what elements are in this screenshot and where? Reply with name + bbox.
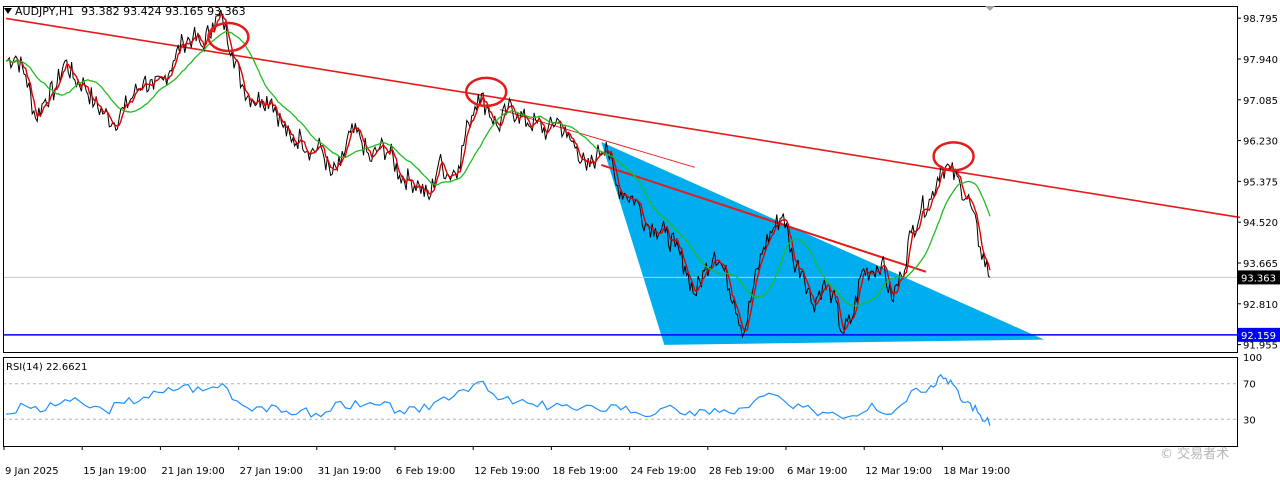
y-tick-label: 97.940 [1243, 55, 1278, 66]
y-tick-label: 96.230 [1243, 137, 1278, 148]
y-tick-label: 93.665 [1243, 259, 1278, 270]
x-tick-label: 31 Jan 19:00 [318, 466, 381, 477]
rsi-y-tick-label: 70 [1243, 380, 1256, 391]
y-tick-label: 97.085 [1243, 96, 1278, 107]
watermark: © 交易者术 [1160, 447, 1230, 462]
y-tick-label: 95.375 [1243, 177, 1278, 188]
x-tick-label: 9 Jan 2025 [5, 466, 59, 477]
x-tick-label: 12 Mar 19:00 [865, 466, 932, 477]
rsi-panel-label: RSI(14) 22.6621 [6, 362, 88, 373]
y-tick-label: 91.955 [1243, 341, 1278, 352]
y-tick-label: 98.795 [1243, 14, 1278, 25]
touch-circle-3 [932, 141, 975, 172]
current-price-badge: 93.363 [1241, 273, 1276, 284]
rsi-series [5, 373, 991, 426]
rsi-y-tick-label: 30 [1243, 415, 1256, 426]
chart-canvas: 98.795 97.940 97.085 96.230 95.375 94.520 93.6… [3, 6, 1280, 477]
rsi-y-tick-label: 100 [1243, 353, 1262, 364]
x-tick-label: 24 Feb 19:00 [631, 466, 697, 477]
y-tick-label: 92.810 [1243, 300, 1278, 311]
support-price-badge: 92.159 [1241, 331, 1276, 342]
x-tick-label: 18 Mar 19:00 [943, 466, 1010, 477]
rsi-panel-frame [3, 357, 1238, 447]
scroll-marker-icon[interactable] [985, 6, 995, 11]
symbol-label: AUDJPY,H1 [15, 5, 75, 18]
x-tick-label: 27 Jan 19:00 [240, 466, 303, 477]
x-tick-label: 6 Feb 19:00 [396, 466, 455, 477]
ohlc-values: 93.382 93.424 93.165 93.363 [81, 5, 246, 18]
dropdown-arrow-icon[interactable] [4, 8, 12, 14]
triangle-pattern [601, 142, 1045, 345]
x-tick-label: 6 Mar 19:00 [787, 466, 847, 477]
y-tick-label: 94.520 [1243, 218, 1278, 229]
x-tick-label: 15 Jan 19:00 [83, 466, 146, 477]
x-tick-label: 28 Feb 19:00 [709, 466, 775, 477]
x-tick-label: 12 Feb 19:00 [474, 466, 540, 477]
x-tick-label: 21 Jan 19:00 [161, 466, 224, 477]
chart-symbol-header: AUDJPY,H1 93.382 93.424 93.165 93.363 [4, 5, 246, 18]
x-tick-label: 18 Feb 19:00 [552, 466, 618, 477]
